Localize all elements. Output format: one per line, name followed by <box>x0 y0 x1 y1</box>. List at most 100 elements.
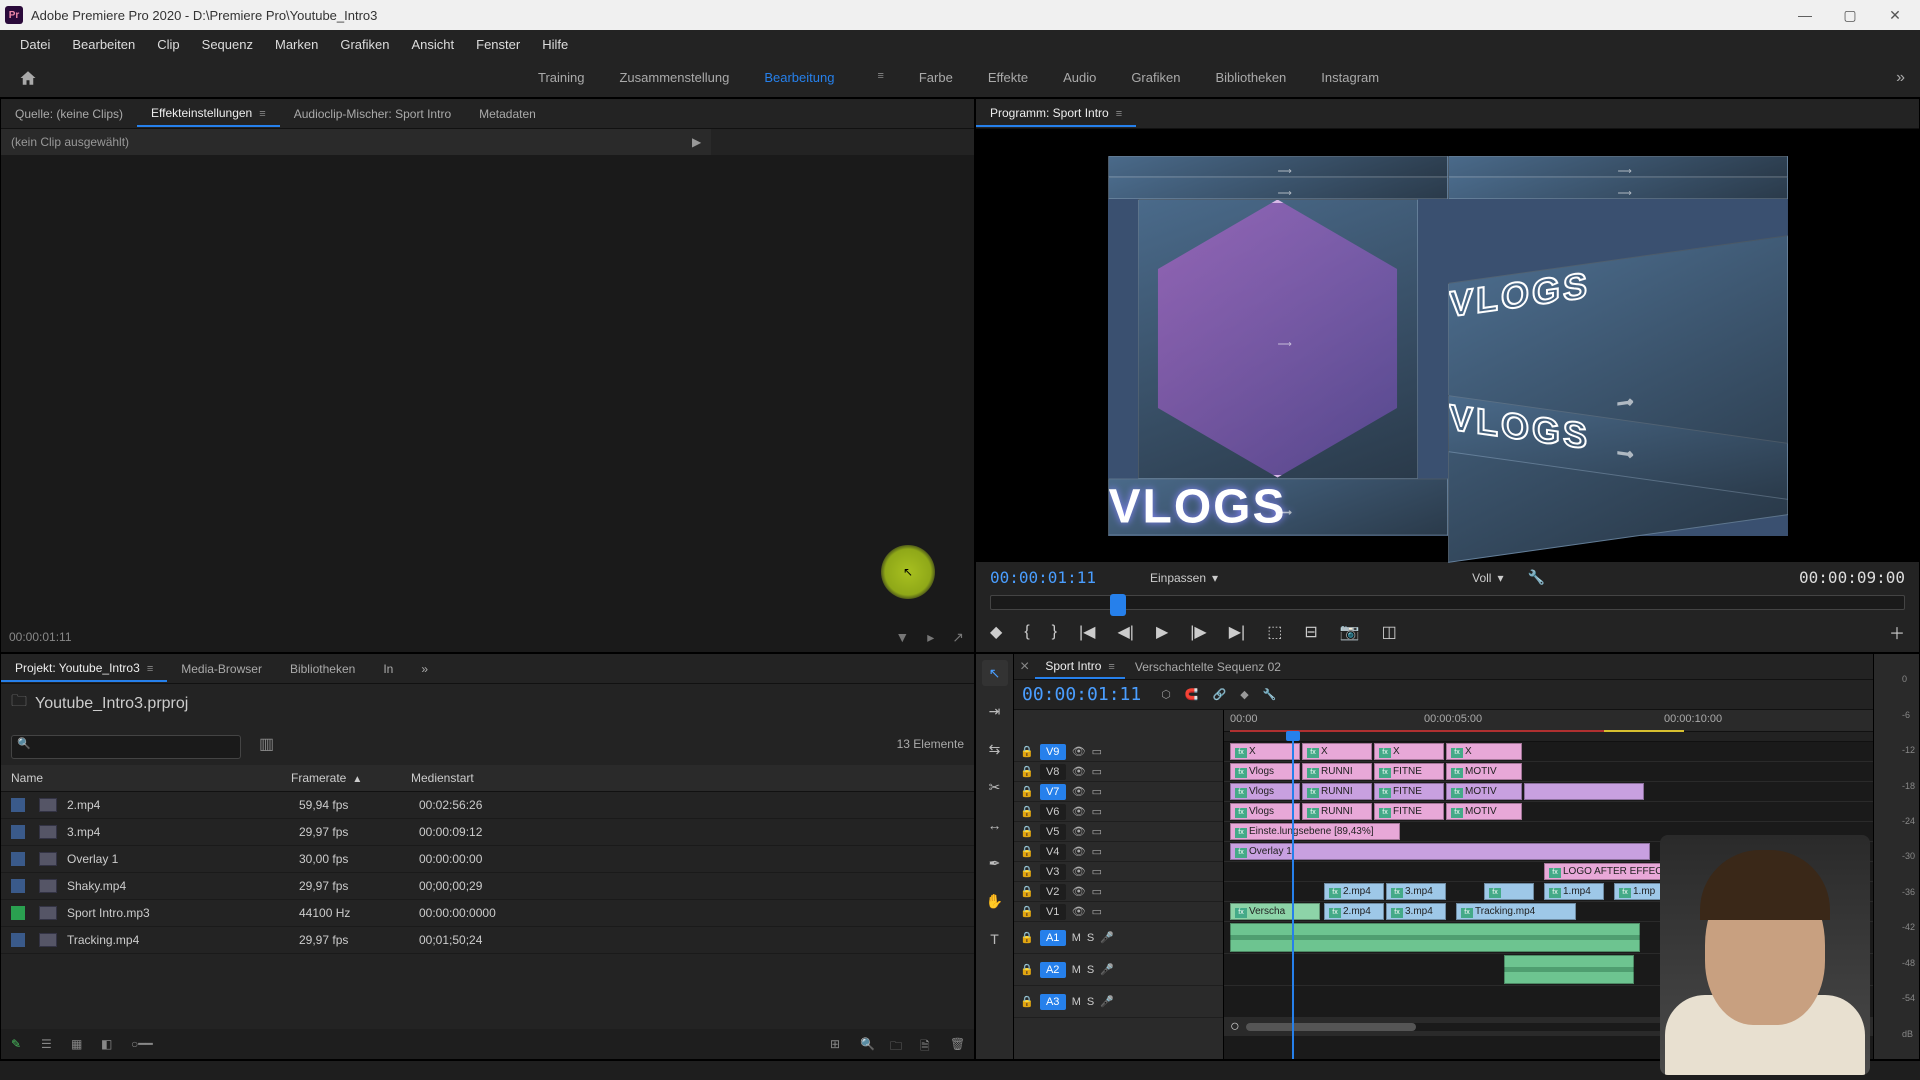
table-row[interactable]: Overlay 1 30,00 fps 00:00:00:00 <box>1 846 974 873</box>
workspace-instagram[interactable]: Instagram <box>1321 70 1379 85</box>
clip[interactable]: fxMOTIV <box>1446 803 1522 820</box>
quality-dropdown[interactable]: Voll ▾ <box>1472 571 1503 585</box>
workspace-grafiken[interactable]: Grafiken <box>1131 70 1180 85</box>
step-forward-button[interactable]: |▶ <box>1190 622 1206 642</box>
clip[interactable]: fxVlogs <box>1230 763 1300 780</box>
fit-dropdown[interactable]: Einpassen ▾ <box>1150 571 1218 585</box>
video-track-header[interactable]: 🔒V2👁▭ <box>1014 882 1223 902</box>
tab-in[interactable]: In <box>369 657 407 681</box>
video-track-header[interactable]: 🔒V9👁▭ <box>1014 742 1223 762</box>
maximize-button[interactable]: ▢ <box>1840 7 1860 24</box>
program-scrub-bar[interactable] <box>990 595 1905 610</box>
automate-icon[interactable]: ⊞ <box>830 1037 844 1051</box>
pen-tool[interactable]: ✒ <box>982 850 1008 876</box>
video-track-header[interactable]: 🔒V8👁▭ <box>1014 762 1223 782</box>
tab-sequence-nested[interactable]: Verschachtelte Sequenz 02 <box>1125 656 1291 678</box>
tab-audio-mixer[interactable]: Audioclip-Mischer: Sport Intro <box>280 102 465 126</box>
clip[interactable]: fxRUNNI <box>1302 803 1372 820</box>
filter-bin-icon[interactable]: ▥ <box>259 734 274 754</box>
tab-program[interactable]: Programm: Sport Intro ≡ <box>976 101 1136 127</box>
playhead[interactable] <box>1292 732 1294 1059</box>
table-row[interactable]: Sport Intro.mp3 44100 Hz 00:00:00:0000 <box>1 900 974 927</box>
clip[interactable]: fxX <box>1446 743 1522 760</box>
menu-ansicht[interactable]: Ansicht <box>401 33 464 56</box>
clip[interactable]: fx2.mp4 <box>1324 883 1384 900</box>
go-to-out-button[interactable]: ▶| <box>1229 622 1245 642</box>
tab-metadata[interactable]: Metadaten <box>465 102 550 126</box>
col-name[interactable]: Name <box>11 771 291 785</box>
clip[interactable]: fx1.mp <box>1614 883 1664 900</box>
workspace-bibliotheken[interactable]: Bibliotheken <box>1215 70 1286 85</box>
workspace-farbe[interactable]: Farbe <box>919 70 953 85</box>
table-row[interactable]: 2.mp4 59,94 fps 00:02:56:26 <box>1 792 974 819</box>
project-search-input[interactable] <box>11 735 241 759</box>
workspace-zusammenstellung[interactable]: Zusammenstellung <box>619 70 729 85</box>
tab-effect-settings[interactable]: Effekteinstellungen ≡ <box>137 101 280 127</box>
tab-project[interactable]: Projekt: Youtube_Intro3 ≡ <box>1 656 167 682</box>
nest-icon[interactable]: ⬡ <box>1161 688 1171 701</box>
step-back-button[interactable]: ◀| <box>1117 622 1133 642</box>
menu-grafiken[interactable]: Grafiken <box>330 33 399 56</box>
table-row[interactable]: 3.mp4 29,97 fps 00:00:09:12 <box>1 819 974 846</box>
video-track-header[interactable]: 🔒V7👁▭ <box>1014 782 1223 802</box>
linked-selection-icon[interactable]: 🔗 <box>1213 688 1227 701</box>
workspace-training[interactable]: Training <box>538 70 584 85</box>
menu-sequenz[interactable]: Sequenz <box>192 33 263 56</box>
close-button[interactable]: ✕ <box>1885 7 1905 24</box>
timeline-timecode[interactable]: 00:00:01:11 <box>1022 684 1141 705</box>
snap-icon[interactable]: 🧲 <box>1185 688 1199 701</box>
clip[interactable]: fxFITNE <box>1374 763 1444 780</box>
go-to-in-button[interactable]: |◀ <box>1079 622 1095 642</box>
expand-arrow-icon[interactable]: ▶ <box>692 135 701 149</box>
clip[interactable]: fx2.mp4 <box>1324 903 1384 920</box>
video-track-header[interactable]: 🔒V4👁▭ <box>1014 842 1223 862</box>
audio-clip[interactable] <box>1504 955 1634 984</box>
table-row[interactable]: Tracking.mp4 29,97 fps 00;01;50;24 <box>1 927 974 954</box>
workspace-bearbeitung[interactable]: Bearbeitung <box>764 70 834 85</box>
clip[interactable]: fxVerscha <box>1230 903 1320 920</box>
type-tool[interactable]: T <box>982 926 1008 952</box>
menu-marken[interactable]: Marken <box>265 33 328 56</box>
add-marker-button[interactable]: ◆ <box>990 622 1002 642</box>
new-bin-icon[interactable]: 🗀 <box>890 1037 904 1051</box>
comparison-button[interactable]: ◫ <box>1382 622 1397 642</box>
menu-datei[interactable]: Datei <box>10 33 60 56</box>
new-item-button[interactable]: 🗎 <box>920 1037 934 1051</box>
video-track-header[interactable]: 🔒V1👁▭ <box>1014 902 1223 922</box>
workspace-effekte[interactable]: Effekte <box>988 70 1028 85</box>
freeform-view-icon[interactable]: ◧ <box>101 1037 115 1051</box>
time-ruler[interactable]: 00:00 00:00:05:00 00:00:10:00 00:00:15:0… <box>1224 710 1873 732</box>
clip[interactable]: fxFITNE <box>1374 783 1444 800</box>
delete-icon[interactable]: 🗑 <box>950 1037 964 1051</box>
clip[interactable]: fxMOTIV <box>1446 763 1522 780</box>
clip[interactable]: fxX <box>1374 743 1444 760</box>
export-icon[interactable]: ↗ <box>952 629 964 646</box>
menu-clip[interactable]: Clip <box>147 33 189 56</box>
audio-track-header[interactable]: 🔒A2MS🎤 <box>1014 954 1223 986</box>
program-monitor-view[interactable]: VLOGS VLOGS VLOGS <box>976 129 1919 562</box>
track-select-tool[interactable]: ⇥ <box>982 698 1008 724</box>
ripple-edit-tool[interactable]: ⇆ <box>982 736 1008 762</box>
program-timecode[interactable]: 00:00:01:11 <box>990 568 1096 587</box>
clip[interactable]: fxVlogs <box>1230 803 1300 820</box>
scrub-handle[interactable] <box>1110 594 1126 616</box>
hand-tool[interactable]: ✋ <box>982 888 1008 914</box>
export-frame-button[interactable]: 📷 <box>1340 622 1360 642</box>
extract-button[interactable]: ⊟ <box>1304 622 1317 642</box>
clip[interactable]: fxEinste.lungsebene [89,43%] <box>1230 823 1400 840</box>
video-track-header[interactable]: 🔒V3👁▭ <box>1014 862 1223 882</box>
add-button-icon[interactable]: ＋ <box>1889 620 1905 644</box>
clip[interactable]: fxFITNE <box>1374 803 1444 820</box>
icon-view-icon[interactable]: ▦ <box>71 1037 85 1051</box>
col-mediastart[interactable]: Medienstart <box>411 771 964 785</box>
clip[interactable]: fxVlogs <box>1230 783 1300 800</box>
marker-icon[interactable]: ◆ <box>1240 688 1248 701</box>
menu-fenster[interactable]: Fenster <box>466 33 530 56</box>
find-icon[interactable]: 🔍 <box>860 1037 874 1051</box>
audio-track-header[interactable]: 🔒A1MS🎤 <box>1014 922 1223 954</box>
tab-sequence-active[interactable]: Sport Intro ≡ <box>1035 655 1125 679</box>
lift-button[interactable]: ⬚ <box>1267 622 1282 642</box>
home-icon[interactable] <box>15 65 41 91</box>
settings-wrench-icon[interactable]: 🔧 <box>1528 569 1545 586</box>
selection-tool[interactable]: ↖ <box>982 660 1008 686</box>
